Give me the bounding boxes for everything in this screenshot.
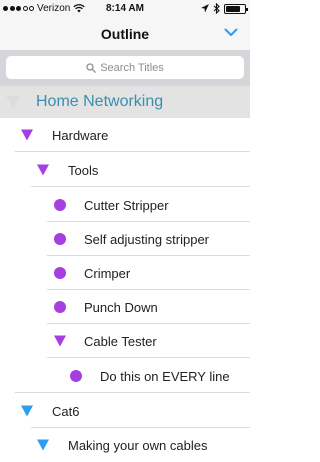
outline-row-cat6[interactable]: Cat6 <box>0 394 250 428</box>
outline-row-label: Cat6 <box>52 403 80 419</box>
nav-bar: Outline <box>0 20 250 50</box>
battery-icon <box>224 3 248 14</box>
disclosure-triangle-icon[interactable] <box>21 129 33 141</box>
outline-row-label: Cable Tester <box>84 333 157 349</box>
search-bar: Search Titles <box>0 50 250 86</box>
bullet-dot-icon <box>70 370 82 382</box>
bullet-dot-icon <box>54 267 66 279</box>
outline-list: Home Networking Hardware Tools Cutter St… <box>0 86 250 453</box>
outline-row-crimper[interactable]: Crimper <box>0 256 250 290</box>
outline-row-making-your-own-cables[interactable]: Making your own cables <box>0 428 250 462</box>
outline-row-self-adjusting-stripper[interactable]: Self adjusting stripper <box>0 222 250 256</box>
outline-row-label: Tools <box>68 162 99 178</box>
outline-row-cable-tester[interactable]: Cable Tester <box>0 324 250 358</box>
outline-row-label: Do this on EVERY line <box>100 368 230 384</box>
outline-row-label: Crimper <box>84 265 131 281</box>
outline-row-label: Hardware <box>52 127 109 143</box>
row-divider <box>31 186 250 187</box>
outline-row-tools[interactable]: Tools <box>0 153 250 187</box>
disclosure-triangle-icon[interactable] <box>37 164 49 176</box>
search-placeholder: Search Titles <box>100 61 164 74</box>
search-icon <box>86 62 97 73</box>
page-title: Outline <box>100 26 150 42</box>
disclosure-triangle-icon[interactable] <box>37 439 49 451</box>
status-bar: Verizon 8:14 AM <box>0 0 250 20</box>
outline-row-punch-down[interactable]: Punch Down <box>0 290 250 324</box>
outline-row-label: Making your own cables <box>68 437 208 453</box>
outline-row-label: Self adjusting stripper <box>84 231 210 247</box>
outline-row-do-this-on-every-line[interactable]: Do this on EVERY line <box>0 359 250 393</box>
disclosure-triangle-icon[interactable] <box>6 96 20 108</box>
search-input[interactable]: Search Titles <box>6 56 244 79</box>
bullet-dot-icon <box>54 199 66 211</box>
outline-row-hardware[interactable]: Hardware <box>0 118 250 152</box>
outline-row-cutter-stripper[interactable]: Cutter Stripper <box>0 188 250 222</box>
chevron-down-icon[interactable] <box>224 28 238 37</box>
outline-row-label: Cutter Stripper <box>84 197 169 213</box>
status-right <box>201 3 248 14</box>
disclosure-triangle-icon[interactable] <box>54 335 66 347</box>
outline-row-label: Punch Down <box>84 299 158 315</box>
outline-row-label: Home Networking <box>36 93 164 110</box>
disclosure-triangle-icon[interactable] <box>21 405 33 417</box>
row-divider <box>15 392 250 393</box>
bluetooth-icon <box>213 3 220 14</box>
location-icon <box>201 4 209 13</box>
outline-row-home-networking[interactable]: Home Networking <box>0 86 250 118</box>
bullet-dot-icon <box>54 233 66 245</box>
bullet-dot-icon <box>54 301 66 313</box>
battery-level <box>226 5 241 12</box>
row-divider <box>15 151 250 152</box>
row-divider <box>47 357 250 358</box>
